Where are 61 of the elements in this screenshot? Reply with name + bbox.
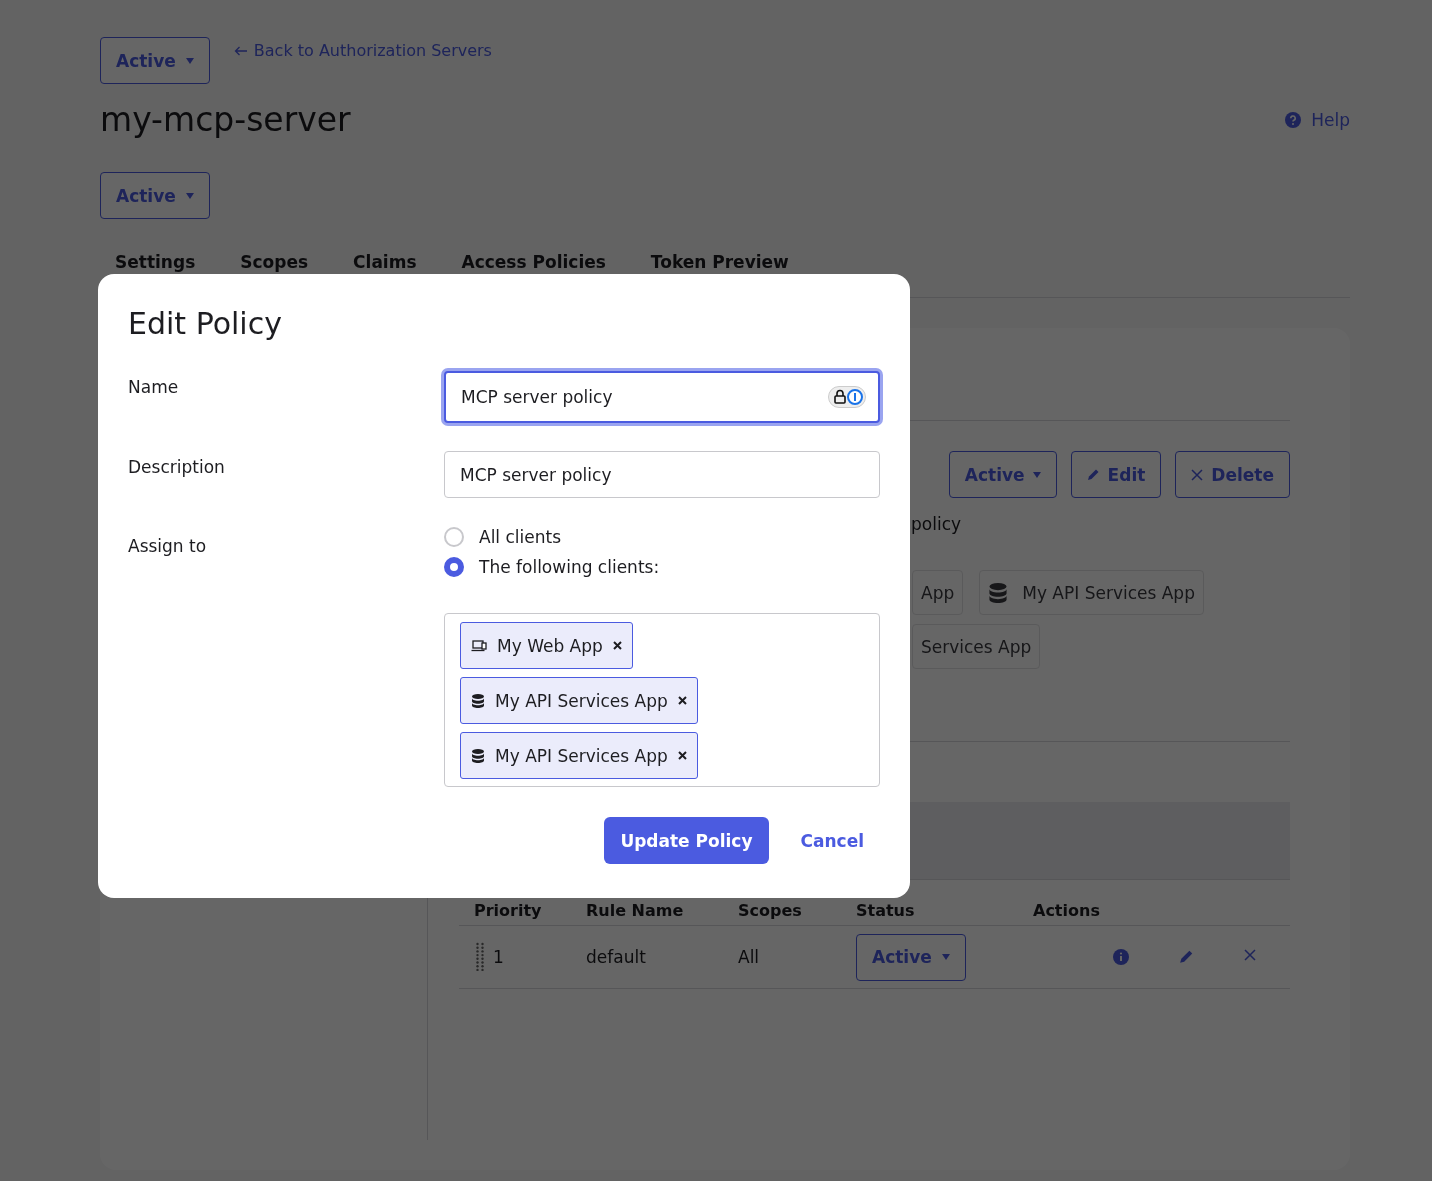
pencil-icon[interactable]	[1179, 949, 1194, 964]
clients-field[interactable]: My Web App My API Services App My API Services App	[444, 613, 880, 787]
cancel-link[interactable]: Cancel	[800, 830, 864, 851]
pencil-icon	[1086, 468, 1100, 481]
back-link[interactable]: Back to Authorization Servers	[233, 41, 492, 60]
client-chip: App	[912, 570, 964, 615]
radio-option[interactable]: The following clients:	[444, 552, 880, 582]
column-header: Actions	[1033, 901, 1100, 920]
arrow-left-icon	[233, 45, 248, 56]
caret-icon	[185, 57, 194, 64]
client-chip[interactable]: My Web App	[460, 622, 633, 669]
page-title: my-mcp-server	[100, 99, 351, 141]
field-label: Name	[128, 376, 179, 397]
laptop-icon	[471, 639, 487, 652]
tab[interactable]: Scopes	[225, 252, 324, 272]
radio-button[interactable]	[444, 557, 464, 577]
caret-icon	[185, 192, 194, 199]
field-label: Assign to	[128, 535, 207, 556]
column-header: Rule Name	[586, 901, 684, 920]
field-label: Description	[128, 456, 225, 477]
description-field[interactable]: MCP server policy	[444, 451, 880, 498]
client-chip: My API Services App	[979, 570, 1204, 615]
info-icon[interactable]	[1113, 949, 1129, 965]
help-link[interactable]: Help	[1285, 110, 1350, 130]
radio-option[interactable]: All clients	[444, 522, 880, 552]
column-header: Priority	[474, 901, 542, 920]
tab[interactable]: Token Preview	[635, 252, 804, 272]
client-chip: Services App	[912, 624, 1041, 669]
drag-handle-icon[interactable]	[475, 942, 485, 972]
status-dropdown[interactable]: Active	[100, 37, 210, 84]
update-policy-button[interactable]: Update Policy	[604, 817, 769, 864]
edit-button[interactable]: Edit	[1070, 451, 1162, 498]
remove-icon[interactable]	[677, 751, 687, 760]
remove-icon[interactable]	[677, 696, 687, 705]
caret-icon	[1032, 471, 1041, 478]
remove-icon[interactable]	[612, 641, 622, 650]
close-icon	[1191, 468, 1204, 481]
tab[interactable]: Access Policies	[446, 252, 621, 272]
database-icon	[471, 693, 485, 708]
tab[interactable]: Claims	[338, 252, 432, 272]
delete-button[interactable]: Delete	[1175, 451, 1290, 498]
table-cell-text: default	[586, 947, 647, 967]
table-cell: 1	[493, 947, 504, 967]
policy-description: policy	[911, 514, 962, 534]
column-header: Scopes	[738, 901, 802, 920]
client-chip[interactable]: My API Services App	[460, 677, 698, 724]
name-field[interactable]: MCP server policy	[444, 371, 880, 423]
close-icon[interactable]	[1244, 949, 1256, 961]
database-icon	[471, 748, 485, 763]
radio-button[interactable]	[444, 527, 464, 547]
status-dropdown[interactable]: Active	[100, 172, 210, 219]
column-header: Status	[856, 901, 915, 920]
status-dropdown[interactable]: Active	[948, 451, 1057, 498]
tab[interactable]: Settings	[100, 252, 211, 272]
dialog-title: Edit Policy	[128, 305, 283, 343]
client-chip[interactable]: My API Services App	[460, 732, 698, 779]
status-dropdown[interactable]: Active	[856, 933, 966, 981]
table-cell-text: All	[738, 947, 761, 967]
database-icon	[988, 582, 1009, 603]
caret-icon	[941, 954, 950, 960]
help-icon	[1285, 112, 1302, 128]
